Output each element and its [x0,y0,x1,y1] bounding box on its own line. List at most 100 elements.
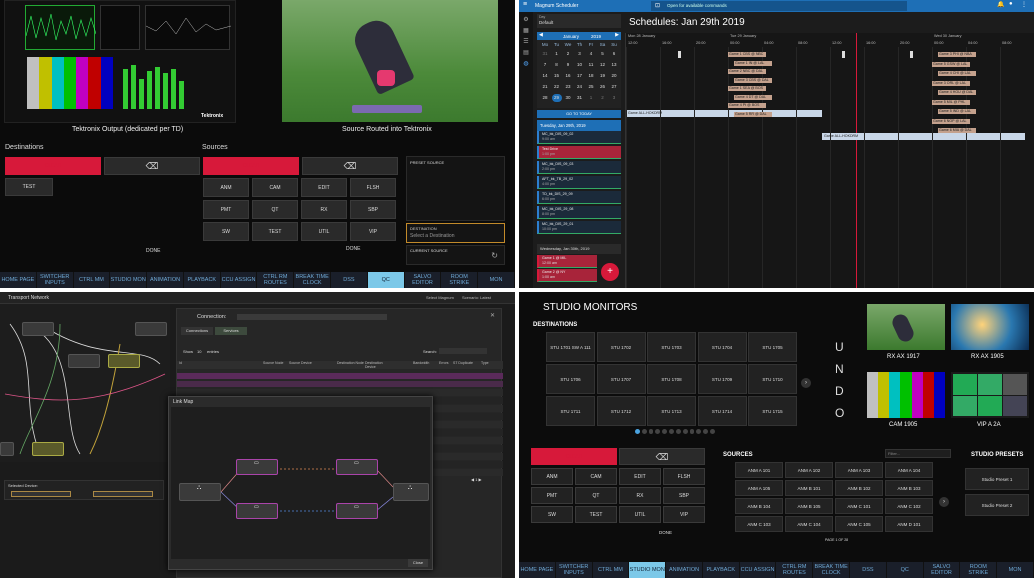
nav-dss[interactable]: DSS [850,562,887,578]
destination-tile[interactable]: STU 1705 [748,332,797,362]
nav-playback[interactable]: PLAYBACK [703,562,740,578]
link-map-device[interactable]: ▭ [336,459,378,475]
user-icon[interactable]: ● [1009,1,1013,7]
calendar-day[interactable]: 24 [575,83,585,91]
calendar-day[interactable]: 10 [575,61,585,69]
calendar-day[interactable]: 6 [609,50,619,58]
source-tile[interactable]: ANM D 101 [885,516,933,532]
nav-switcher-inputs[interactable]: SWITCHER INPUTS [556,562,593,578]
device-chip[interactable] [11,491,71,497]
source-button-sw[interactable]: SW [203,222,249,241]
event-block[interactable]: Game 1 IN @ LAL [734,60,772,66]
page-dot[interactable] [669,429,674,434]
destination-tile[interactable]: STU 1703 [647,332,696,362]
source-category-pmt[interactable]: PMT [531,487,573,504]
calendar-day[interactable]: 1 [552,50,562,58]
source-tile[interactable]: ANM B 103 [885,480,933,496]
calendar-icon[interactable]: ▦ [519,27,533,34]
source-category-anm[interactable]: ANM [531,468,573,485]
dest-backspace-button[interactable]: ⌫ [104,157,200,175]
source-category-sbp[interactable]: SBP [663,487,705,504]
dest-test-button[interactable]: TEST [5,178,53,196]
scenario-button[interactable]: Scenario: Latest [462,295,491,300]
source-tile[interactable]: ANM C 104 [785,516,833,532]
link-map-node[interactable]: ⛬ [393,483,429,501]
column-header[interactable]: Id [179,361,239,366]
event-block[interactable]: Game 1 SEA @ BOS [728,86,766,91]
destination-tile[interactable]: STU 1709 [697,364,747,394]
calendar-day[interactable]: 30 [563,94,573,102]
table-row-selected[interactable] [177,373,503,379]
nav-studio-mon[interactable]: STUDIO MON [629,562,667,578]
schedule-item[interactable]: MC_bk_DIS_09_02 9:00 am [537,131,621,144]
destination-tile[interactable]: STU 1701 SW A 111 [546,332,595,362]
calendar-day[interactable]: 9 [563,61,573,69]
tab-services[interactable]: Services [215,327,247,335]
event-block[interactable]: Game 6 MIA @ DAL [938,128,976,133]
destination-tile[interactable]: STU 1713 [647,396,696,426]
event-block[interactable]: Game 4 CHI @ LAL [938,71,976,76]
nav-ccu-assign[interactable]: CCU ASSIGN [221,272,258,288]
schedule-item[interactable]: AFT_bk_TB_29_02 4:00 pm [537,176,621,189]
page-dots[interactable] [635,429,715,434]
studio-preset-2[interactable]: Studio Preset 2 [965,494,1029,516]
source-category-cam[interactable]: CAM [575,468,617,485]
network-node-highlighted[interactable] [108,354,140,368]
prev-month-icon[interactable]: ◀ [539,32,543,38]
event-block[interactable]: Game 4 Pt @ BOS [728,103,766,108]
calendar-day[interactable]: 25 [586,83,596,91]
close-button[interactable]: Close [408,559,428,567]
source-button-qt[interactable]: QT [252,200,298,219]
nav-salvo-editor[interactable]: SALVO EDITOR [924,562,961,578]
destination-tile[interactable]: STU 1714 [697,396,747,426]
source-tile[interactable]: ANM A 101 [735,462,783,478]
destination-tile[interactable]: STU 1711 [546,396,595,426]
column-header[interactable]: Bandwidth [413,361,441,366]
destination-tile[interactable]: STU 1702 [596,332,646,362]
nav-break-time-clock[interactable]: BREAK TIME CLOCK [294,272,332,288]
source-tile[interactable]: ANM B 105 [785,498,833,514]
print-icon[interactable]: ▤ [519,49,533,56]
column-header[interactable]: Source Node [263,361,291,366]
calendar-day[interactable]: 11 [586,61,596,69]
column-header[interactable]: Destination Device [365,361,393,369]
calendar-day[interactable]: 28 [540,94,550,102]
schedule-item[interactable]: Test Drive 1:00 pm [537,146,621,159]
view-filter[interactable]: Day Default [537,14,621,28]
destination-select[interactable]: DESTINATION Select a Destination [406,223,505,243]
column-header[interactable]: Source Device [289,361,317,366]
schedule-item[interactable]: MC_bk_DIS_09_03 2:00 pm [537,161,621,174]
link-map-device[interactable]: ▭ [236,459,278,475]
calendar-day[interactable]: 5 [598,50,608,58]
nav-ctrl-rm-routes[interactable]: CTRL RM ROUTES [257,272,295,288]
destination-tile[interactable]: STU 1708 [647,364,696,394]
next-page-button[interactable]: › [801,378,811,388]
source-tile[interactable]: ANM B 104 [735,498,783,514]
event-block[interactable]: Game 2 NBC @ DAL [728,69,766,74]
calendar-day[interactable]: 31 [540,50,550,58]
destination-tile[interactable]: STU 1710 [748,364,797,394]
calendar-day[interactable]: 3 [575,50,585,58]
calendar-day[interactable]: 19 [598,72,608,80]
show-value[interactable]: 10 [197,349,201,354]
calendar-day[interactable]: 2 [598,94,608,102]
calendar-day[interactable]: 21 [540,83,550,91]
calendar-day[interactable]: 12 [598,61,608,69]
link-map-node[interactable]: ⛬ [179,483,221,501]
go-today-button[interactable]: GO TO TODAY [537,110,621,118]
event-block[interactable]: Game 5 GSW @ LAL [932,61,970,67]
event-block[interactable]: Game 5 MIL @ PHL [932,99,970,105]
page-dot[interactable] [655,429,661,434]
preview-rx-ax-1905[interactable] [951,304,1029,350]
network-node[interactable] [135,322,167,336]
source-tile[interactable]: ANM A 103 [835,462,883,478]
nav-qc[interactable]: QC [887,562,924,578]
calendar-day[interactable]: 4 [586,50,596,58]
calendar-day[interactable]: 31 [575,94,585,102]
nav-studio-mon[interactable]: STUDIO MON [110,272,148,288]
column-header[interactable]: Destination Node [337,361,365,366]
column-header[interactable]: Type [481,361,509,366]
calendar-day[interactable]: 16 [563,72,573,80]
event-block[interactable]: Game 3 ORL @ LAL [932,80,970,86]
source-tile[interactable]: ANM A 102 [785,462,833,478]
